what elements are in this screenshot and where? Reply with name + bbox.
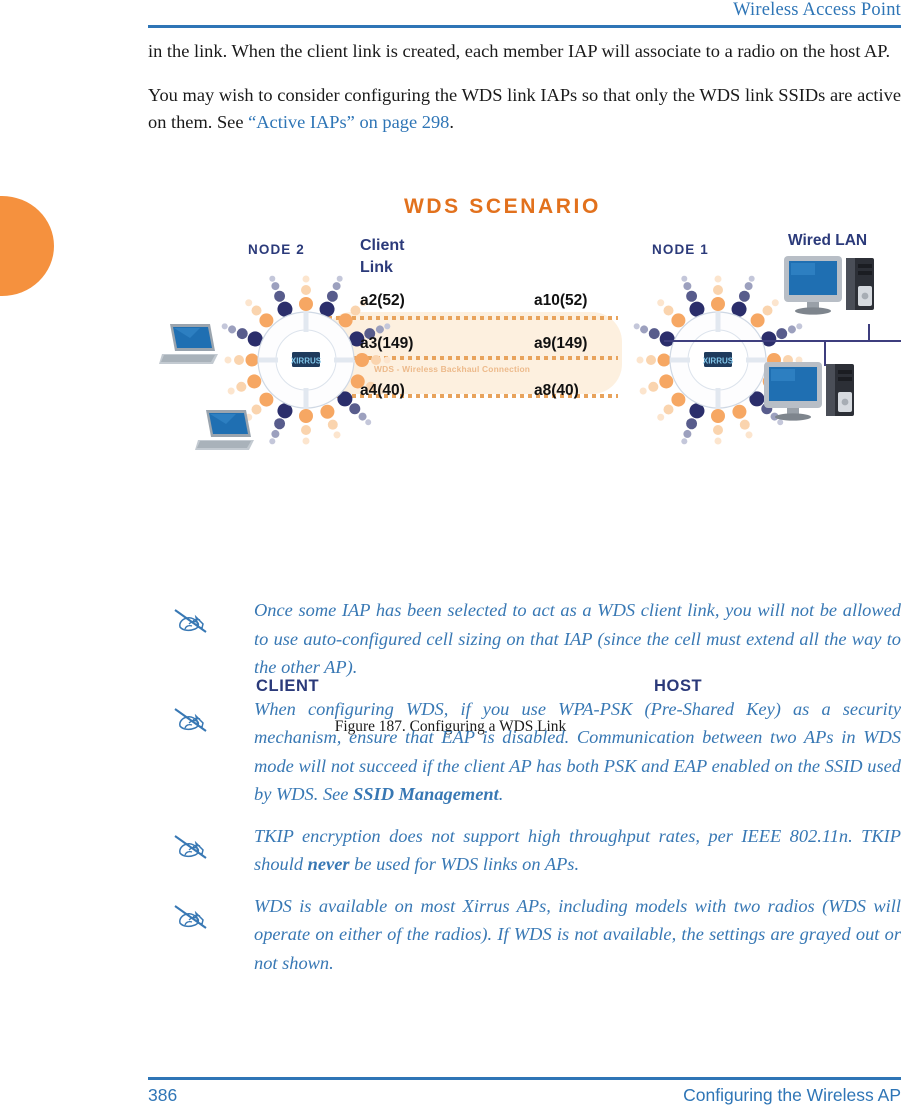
node-label-node1: NODE 1	[652, 242, 709, 257]
note-text-run: When configuring WDS, if you use WPA-PSK…	[254, 698, 901, 805]
notes-list: Once some IAP has been selected to act a…	[148, 596, 901, 990]
note-text-run: WDS is available on most Xirrus APs, inc…	[254, 895, 901, 973]
note-callout: When configuring WDS, if you use WPA-PSK…	[148, 695, 901, 809]
note-text-emphasis: never	[307, 854, 350, 874]
note-pencil-icon	[172, 901, 212, 931]
note-text-emphasis: SSID Management	[353, 784, 499, 804]
figure-187: WDS SCENARIO WDS - Wireless Backhaul Con…	[0, 190, 901, 735]
wired-lan-label: Wired LAN	[788, 232, 868, 249]
radio-label-a8: a8(40)	[534, 382, 579, 399]
header-rule	[148, 25, 901, 28]
note-text-run: .	[498, 784, 504, 804]
note-callout: WDS is available on most Xirrus APs, inc…	[148, 892, 901, 978]
radio-label-a3: a3(149)	[360, 335, 414, 352]
radio-label-a10: a10(52)	[534, 292, 588, 309]
note-pencil-icon	[172, 704, 212, 734]
footer-page-number: 386	[148, 1085, 178, 1105]
radio-label-a4: a4(40)	[360, 382, 405, 399]
active-iaps-crossref-link[interactable]: “Active IAPs” on page 298	[248, 112, 449, 132]
note-text-run: be used for WDS links on APs.	[349, 854, 580, 874]
host-desktop-icon	[784, 256, 874, 315]
lan-bus-line	[664, 340, 901, 343]
note-text: When configuring WDS, if you use WPA-PSK…	[254, 695, 901, 809]
note-callout: TKIP encryption does not support high th…	[148, 822, 901, 879]
footer-chapter-title: Configuring the Wireless AP	[683, 1085, 901, 1105]
client-laptop-icon	[159, 324, 218, 364]
svg-text:XIRRUS: XIRRUS	[703, 357, 734, 366]
footer-rule	[148, 1077, 901, 1080]
lan-drop-line-1	[868, 324, 871, 342]
note-callout: Once some IAP has been selected to act a…	[148, 596, 901, 682]
header-title: Wireless Access Point	[733, 0, 901, 20]
note-text: WDS is available on most Xirrus APs, inc…	[254, 892, 901, 978]
paragraph-2-text-after: .	[449, 112, 454, 132]
host-desktop-icon	[764, 362, 854, 421]
note-text: Once some IAP has been selected to act a…	[254, 596, 901, 682]
page-footer: 386 Configuring the Wireless AP	[148, 1085, 901, 1113]
radio-label-a2: a2(52)	[360, 292, 405, 309]
note-pencil-icon	[172, 831, 212, 861]
note-pencil-icon	[172, 605, 212, 635]
svg-text:XIRRUS: XIRRUS	[291, 357, 322, 366]
note-text-run: Once some IAP has been selected to act a…	[254, 600, 901, 677]
body-content: in the link. When the client link is cre…	[148, 38, 901, 153]
radio-label-a9: a9(149)	[534, 335, 588, 352]
diagram-title: WDS SCENARIO	[404, 195, 601, 218]
note-text: TKIP encryption does not support high th…	[254, 822, 901, 879]
client-laptop-icon	[195, 410, 254, 450]
paragraph-1: in the link. When the client link is cre…	[148, 41, 891, 61]
client-link-label: Client Link	[360, 237, 405, 276]
paragraph-2: You may wish to consider configuring the…	[148, 82, 901, 136]
wds-scenario-diagram: WDS SCENARIO WDS - Wireless Backhaul Con…	[152, 190, 901, 480]
node-label-node2: NODE 2	[248, 242, 305, 257]
